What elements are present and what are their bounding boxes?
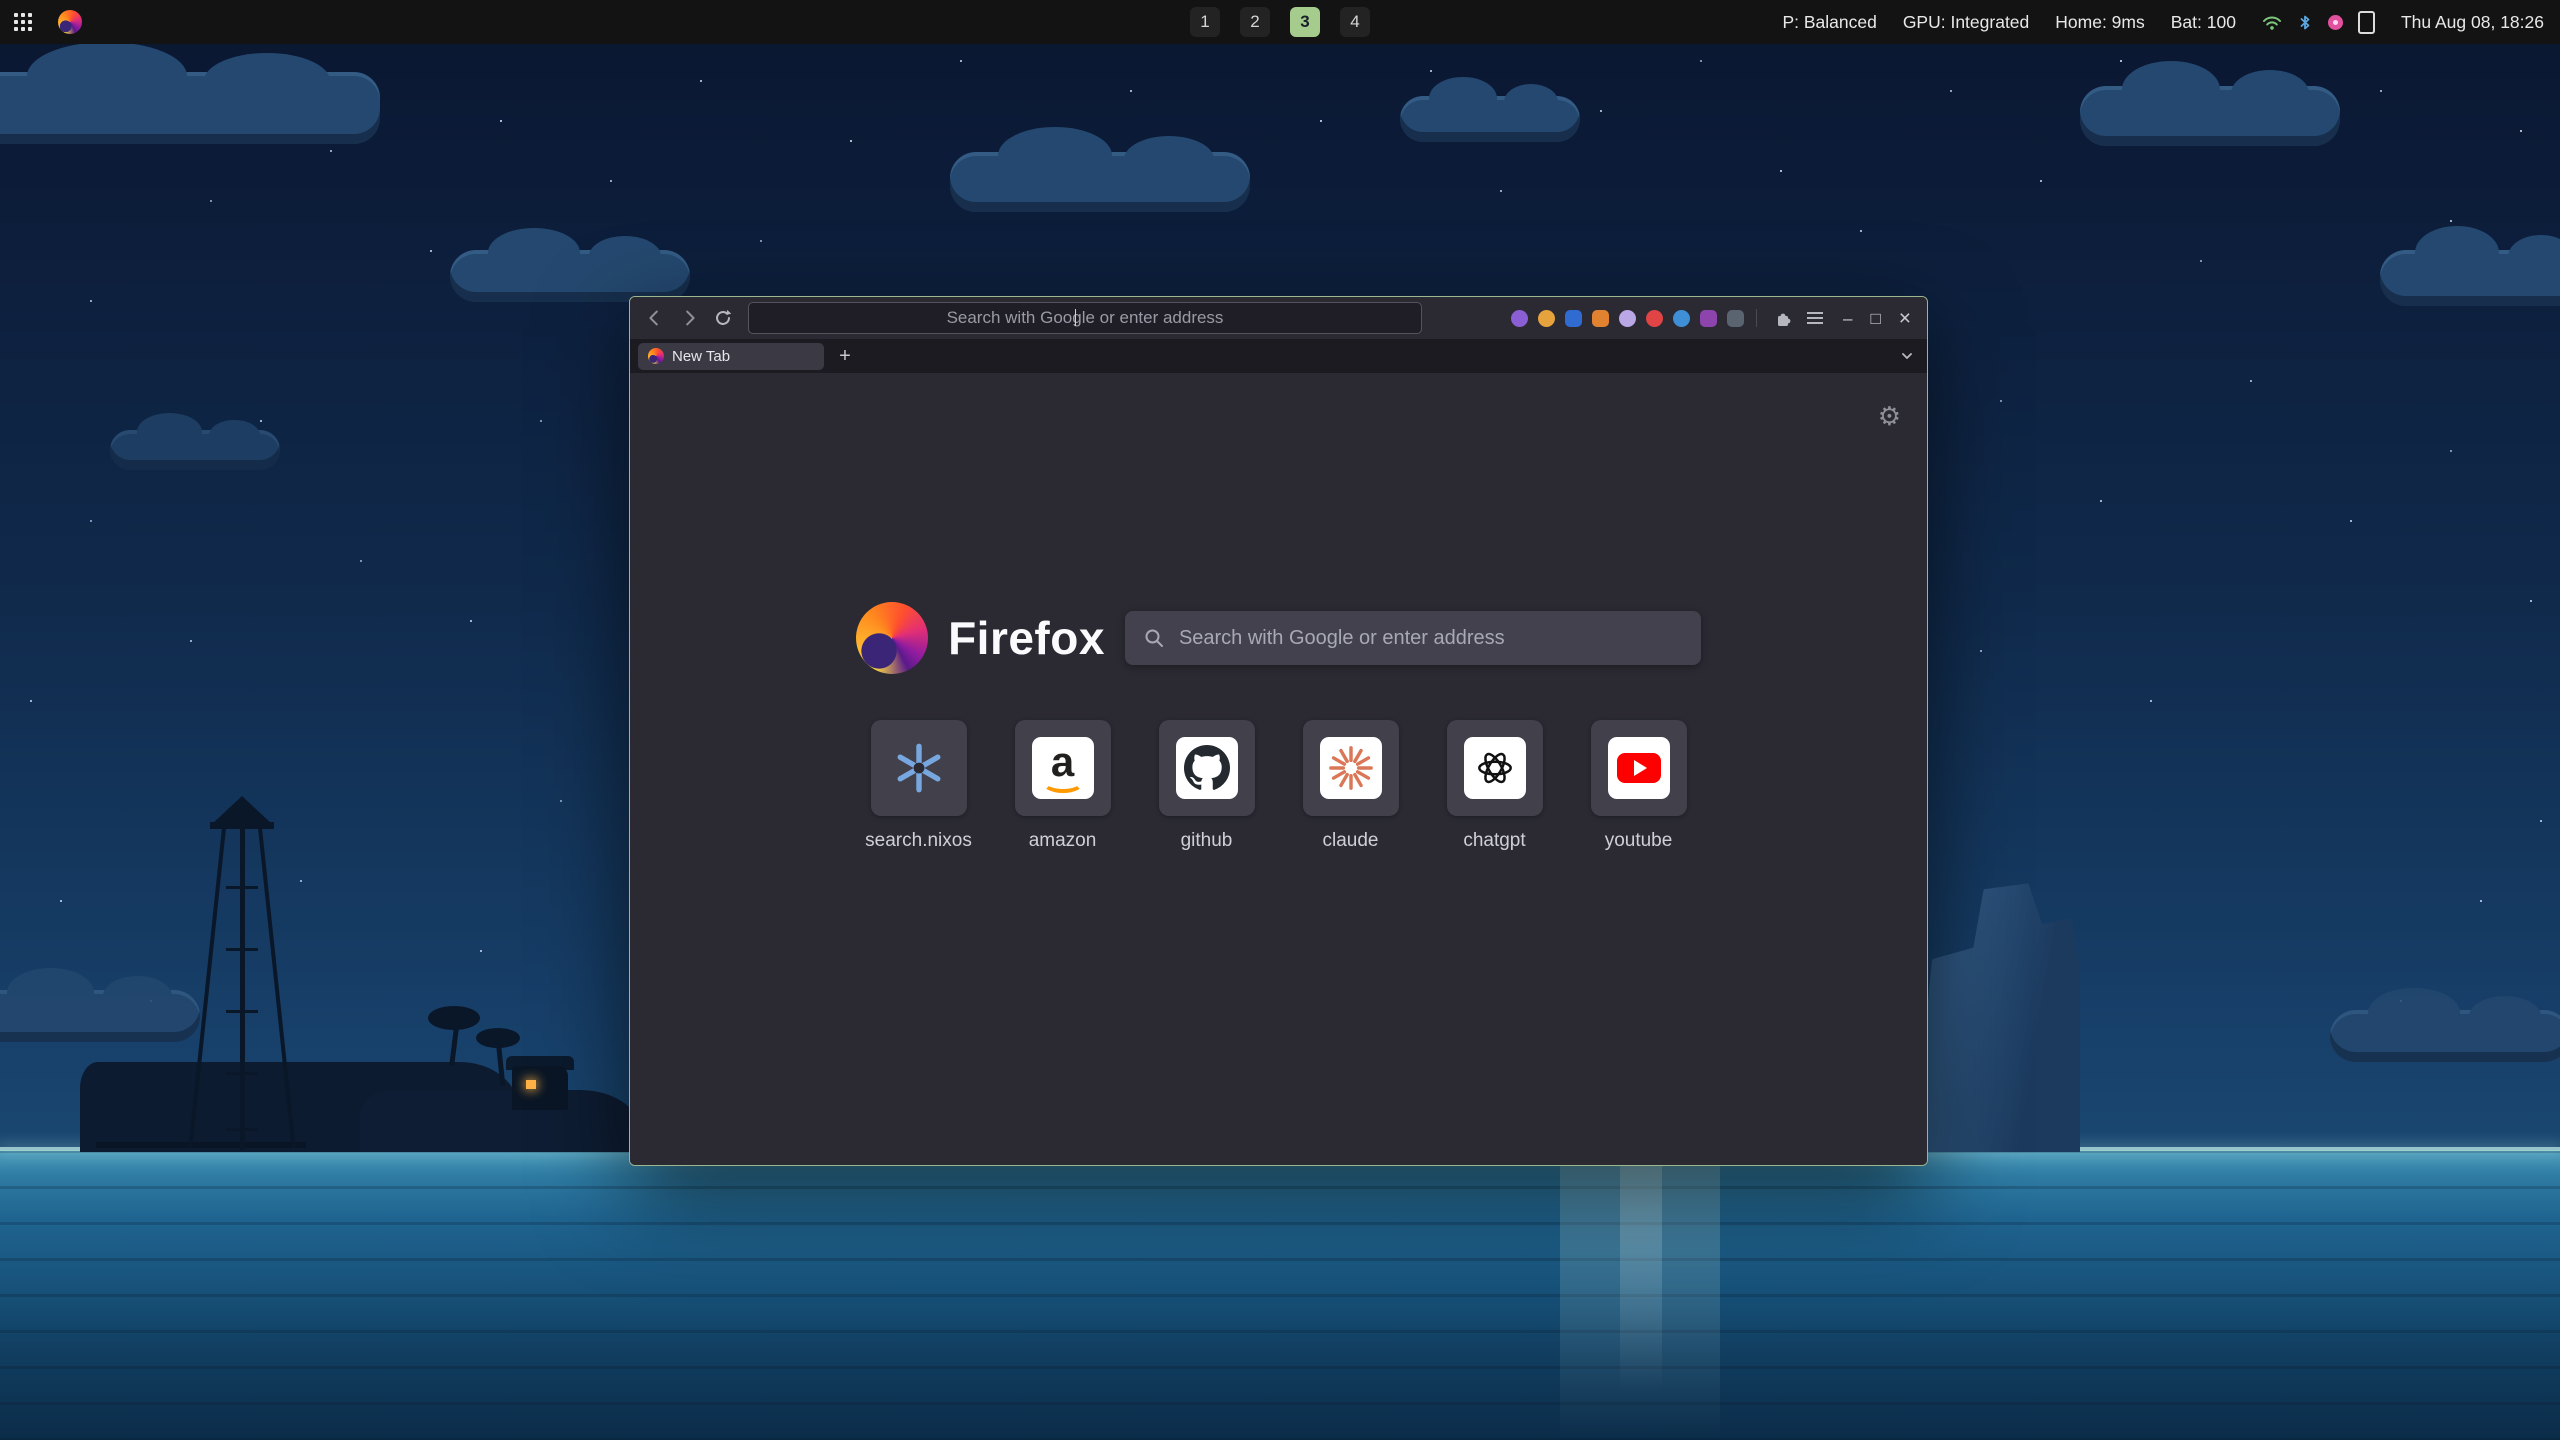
- gpu-status: GPU: Integrated: [1903, 12, 2029, 33]
- extension-icon-6[interactable]: [1646, 310, 1663, 327]
- extensions-puzzle-icon[interactable]: [1769, 304, 1797, 332]
- screen: 1 2 3 4 P: Balanced GPU: Integrated Home…: [0, 0, 2560, 1440]
- shortcut-chatgpt[interactable]: chatgpt: [1447, 720, 1543, 852]
- browser-toolbar: – □ ×: [630, 297, 1927, 339]
- window-controls: – □ ×: [1843, 308, 1911, 329]
- tab-label: New Tab: [672, 348, 730, 365]
- top-status-bar: 1 2 3 4 P: Balanced GPU: Integrated Home…: [0, 0, 2560, 44]
- shortcut-label: github: [1181, 830, 1233, 852]
- toolbar-divider: [1756, 309, 1757, 327]
- youtube-play-icon: [1608, 737, 1670, 799]
- tab-new-tab[interactable]: New Tab: [638, 343, 824, 370]
- moonlight-reflection-core: [1620, 1152, 1662, 1392]
- media-icon[interactable]: [2328, 15, 2343, 30]
- wifi-icon[interactable]: [2262, 14, 2282, 31]
- watchtower-roof: [212, 796, 272, 824]
- cloud: [0, 990, 200, 1042]
- shortcut-label: claude: [1323, 830, 1379, 852]
- workspace-2[interactable]: 2: [1240, 7, 1270, 37]
- extension-icon-1[interactable]: [1511, 310, 1528, 327]
- back-button[interactable]: [640, 303, 670, 333]
- personalize-gear-icon[interactable]: ⚙: [1878, 403, 1901, 429]
- new-tab-page: ⚙ Firefox: [630, 373, 1927, 1165]
- workspace-3-active[interactable]: 3: [1290, 7, 1320, 37]
- newtab-search-input[interactable]: [1177, 626, 1683, 651]
- cloud: [950, 152, 1250, 212]
- tab-list-chevron-icon[interactable]: [1899, 348, 1915, 364]
- new-tab-button[interactable]: +: [832, 343, 858, 369]
- workspace-switcher: 1 2 3 4: [1190, 7, 1370, 37]
- shortcut-amazon[interactable]: a amazon: [1015, 720, 1111, 852]
- workspace-4[interactable]: 4: [1340, 7, 1370, 37]
- pier: [96, 1142, 306, 1148]
- firefox-favicon: [648, 348, 664, 364]
- apps-grid-icon[interactable]: [14, 13, 32, 31]
- maximize-button[interactable]: □: [1870, 310, 1880, 327]
- menu-hamburger-icon[interactable]: [1801, 304, 1829, 332]
- shortcut-label: chatgpt: [1463, 830, 1525, 852]
- shortcut-claude[interactable]: claude: [1303, 720, 1399, 852]
- shortcut-label: youtube: [1605, 830, 1673, 852]
- extension-icon-8[interactable]: [1700, 310, 1717, 327]
- clock[interactable]: Thu Aug 08, 18:26: [2401, 12, 2544, 33]
- watchtower-mast: [240, 822, 245, 1150]
- claude-starburst-icon: [1320, 737, 1382, 799]
- home-latency-status: Home: 9ms: [2055, 12, 2144, 33]
- url-bar[interactable]: [748, 302, 1422, 334]
- shortcut-label: search.nixos: [865, 830, 972, 852]
- watchtower-rung: [226, 886, 258, 889]
- extension-icon-2[interactable]: [1538, 310, 1555, 327]
- tab-bar: New Tab +: [630, 339, 1927, 373]
- reload-button[interactable]: [708, 303, 738, 333]
- firefox-wordmark: Firefox: [948, 611, 1105, 665]
- extension-icons: [1511, 310, 1744, 327]
- shortcut-tiles: search.nixos a amazon: [630, 720, 1927, 852]
- wallpaper-sea: [0, 1150, 2560, 1440]
- close-button[interactable]: ×: [1899, 308, 1911, 329]
- island-hill: [360, 1090, 640, 1152]
- shortcut-label: amazon: [1029, 830, 1097, 852]
- shortcut-youtube[interactable]: youtube: [1591, 720, 1687, 852]
- extension-icon-7[interactable]: [1673, 310, 1690, 327]
- minimize-button[interactable]: –: [1843, 310, 1852, 327]
- bluetooth-icon[interactable]: [2297, 14, 2313, 31]
- extension-icon-3[interactable]: [1565, 310, 1582, 327]
- cloud: [110, 430, 280, 470]
- firefox-window: – □ × New Tab + ⚙ Firefox: [629, 296, 1928, 1166]
- newtab-search-bar[interactable]: [1125, 611, 1701, 665]
- system-tray: [2262, 11, 2375, 34]
- power-profile-status: P: Balanced: [1782, 12, 1876, 33]
- extension-icon-5[interactable]: [1619, 310, 1636, 327]
- firefox-logo: [856, 602, 928, 674]
- forward-button[interactable]: [674, 303, 704, 333]
- cloud: [2330, 1010, 2560, 1062]
- firefox-icon[interactable]: [58, 10, 82, 34]
- watchtower-rung: [226, 948, 258, 951]
- watchtower-rung: [226, 1010, 258, 1013]
- extension-icon-4[interactable]: [1592, 310, 1609, 327]
- battery-status: Bat: 100: [2171, 12, 2236, 33]
- text-caret: [1075, 309, 1076, 326]
- watchtower-rung: [226, 1072, 258, 1075]
- url-input[interactable]: [749, 307, 1421, 329]
- cloud: [2380, 250, 2560, 306]
- cloud: [1400, 96, 1580, 142]
- workspace-1[interactable]: 1: [1190, 7, 1220, 37]
- display-icon[interactable]: [2358, 11, 2375, 34]
- search-icon: [1143, 627, 1165, 649]
- shortcut-github[interactable]: github: [1159, 720, 1255, 852]
- extension-icon-9[interactable]: [1727, 310, 1744, 327]
- shortcut-search-nixos[interactable]: search.nixos: [871, 720, 967, 852]
- newtab-hero: Firefox: [630, 602, 1927, 674]
- watchtower-rung: [226, 1128, 258, 1131]
- cloud: [450, 250, 690, 302]
- nixos-snowflake-icon: [893, 742, 945, 794]
- github-octocat-icon: [1176, 737, 1238, 799]
- cloud: [2080, 86, 2340, 146]
- amazon-icon: a: [1032, 737, 1094, 799]
- cloud: [0, 72, 380, 144]
- hut: [512, 1066, 568, 1110]
- hut-lit-window: [526, 1080, 536, 1089]
- chatgpt-knot-icon: [1464, 737, 1526, 799]
